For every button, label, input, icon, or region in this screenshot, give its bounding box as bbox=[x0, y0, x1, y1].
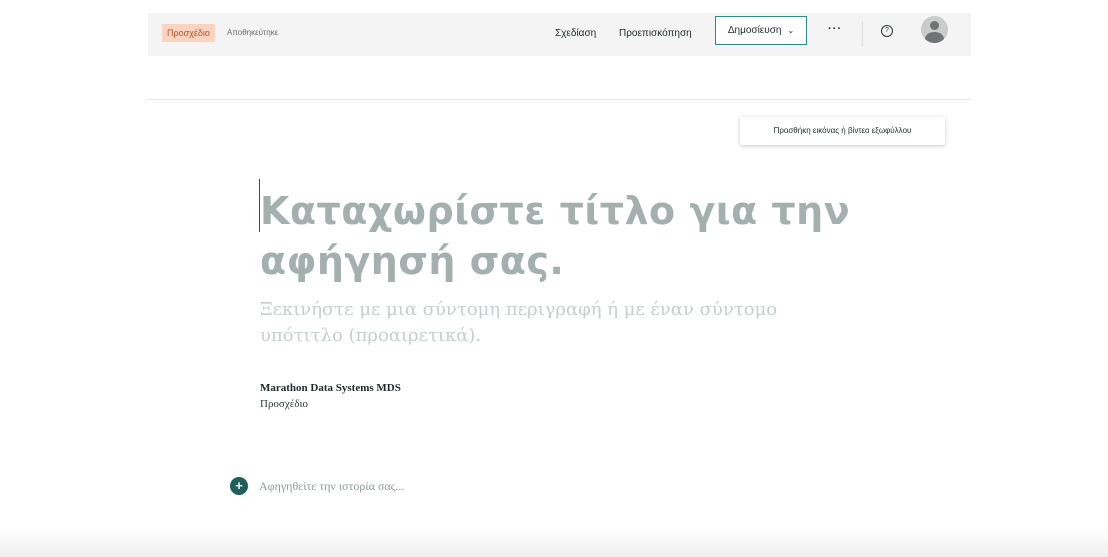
avatar-head-shape bbox=[930, 21, 939, 30]
add-block-plus-icon[interactable]: + bbox=[230, 477, 248, 495]
author-draft-status: Προσχέδιο bbox=[260, 398, 309, 410]
chevron-down-icon: ⌄ bbox=[787, 26, 795, 35]
preview-button[interactable]: Προεπισκόπηση bbox=[619, 26, 692, 42]
story-subtitle-input[interactable]: Ξεκινήστε με μια σύντομη περιγραφή ή με … bbox=[260, 297, 800, 349]
top-toolbar: Προσχέδιο Αποθηκεύτηκε Σχεδίαση Προεπισκ… bbox=[148, 13, 971, 56]
author-name: Marathon Data Systems MDS bbox=[260, 382, 401, 394]
question-circle-icon[interactable]: ? bbox=[881, 25, 893, 37]
story-body-input[interactable]: Αφηγηθείτε την ιστορία σας... bbox=[259, 479, 404, 494]
header-divider bbox=[148, 99, 971, 100]
design-button[interactable]: Σχεδίαση bbox=[555, 26, 596, 42]
user-avatar-icon[interactable] bbox=[921, 16, 948, 43]
story-editor-page: Προσχέδιο Αποθηκεύτηκε Σχεδίαση Προεπισκ… bbox=[0, 0, 1108, 557]
more-options-button[interactable]: ··· bbox=[828, 23, 842, 35]
draft-status-badge: Προσχέδιο bbox=[162, 24, 215, 42]
avatar-body-shape bbox=[925, 32, 944, 43]
publish-label: Δημοσίευση bbox=[727, 25, 782, 36]
add-cover-media-button[interactable]: Προσθήκη εικόνας ή βίντεο εξωφύλλου bbox=[740, 117, 945, 145]
save-status-text: Αποθηκεύτηκε bbox=[227, 28, 279, 37]
story-title-input[interactable]: Καταχωρίστε τίτλο για την αφήγησή σας. bbox=[260, 186, 860, 286]
bottom-fade bbox=[0, 528, 1108, 557]
toolbar-divider bbox=[862, 21, 863, 47]
publish-button[interactable]: Δημοσίευση ⌄ bbox=[715, 16, 807, 45]
